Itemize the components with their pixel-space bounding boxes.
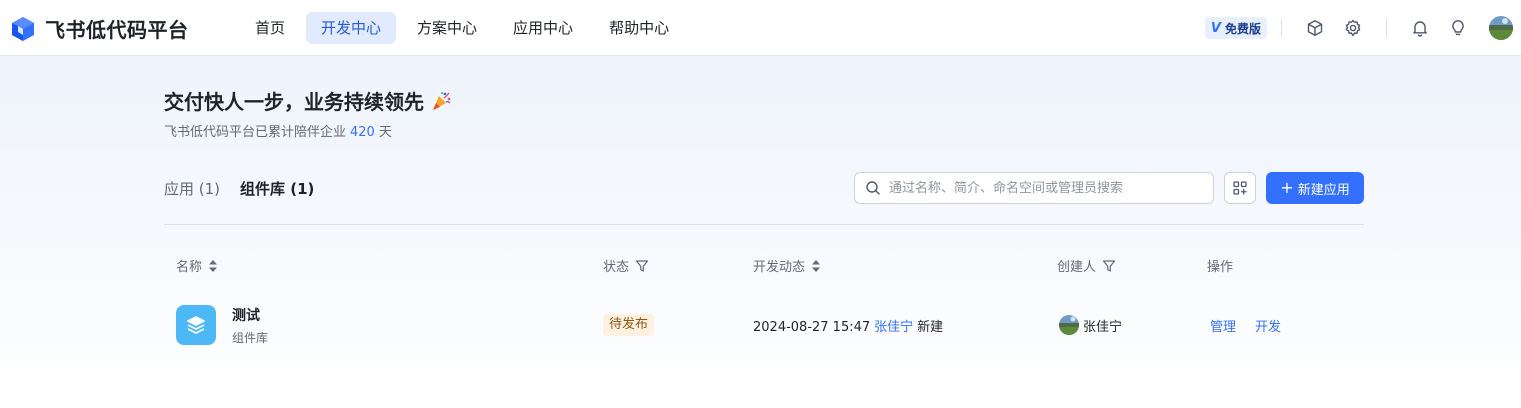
- subtitle-suffix: 天: [378, 125, 392, 140]
- nav-item-solution-center[interactable]: 方案中心: [402, 12, 492, 44]
- sort-icon[interactable]: [811, 259, 821, 273]
- tab-apps[interactable]: 应用 (1): [164, 178, 220, 199]
- page-headline: 交付快人一步，业务持续领先: [164, 86, 452, 115]
- filter-icon[interactable]: [635, 259, 649, 273]
- column-header-label: 开发动态: [753, 260, 806, 275]
- dev-activity-time: 2024-08-27 15:47: [753, 320, 871, 335]
- filter-icon[interactable]: [1102, 259, 1116, 273]
- main-nav: 首页 开发中心 方案中心 应用中心 帮助中心: [240, 12, 690, 44]
- nav-item-help-center[interactable]: 帮助中心: [594, 12, 684, 44]
- search-icon: [866, 181, 880, 195]
- status-badge: 待发布: [603, 314, 655, 336]
- avatar[interactable]: [1489, 16, 1513, 40]
- subtitle-days-count: 420: [350, 125, 375, 140]
- column-header-label: 状态: [603, 260, 630, 275]
- column-header-dev-activity[interactable]: 开发动态: [753, 256, 821, 275]
- plan-badge-label: 免费版: [1224, 21, 1261, 36]
- column-header-status[interactable]: 状态: [603, 256, 649, 275]
- plan-badge-mark: V: [1210, 20, 1221, 36]
- headline-text: 交付快人一步，业务持续领先: [164, 90, 424, 114]
- divider: [1386, 19, 1387, 37]
- column-header-label: 名称: [176, 260, 203, 275]
- column-header-label: 创建人: [1057, 260, 1097, 275]
- plan-badge[interactable]: V 免费版: [1204, 17, 1267, 39]
- content-tabs: 应用 (1) 组件库 (1): [164, 178, 334, 199]
- column-header-creator[interactable]: 创建人: [1057, 256, 1116, 275]
- row-app-type: 组件库: [232, 331, 269, 345]
- brand-name: 飞书低代码平台: [45, 18, 189, 42]
- nav-item-app-center[interactable]: 应用中心: [498, 12, 588, 44]
- tab-component-library[interactable]: 组件库 (1): [240, 178, 314, 199]
- header-tools: V 免费版: [1204, 14, 1513, 42]
- row-creator: 张佳宁: [1059, 315, 1122, 335]
- creator-avatar: [1059, 315, 1079, 335]
- column-header-label: 操作: [1207, 260, 1234, 275]
- creator-name: 张佳宁: [1083, 319, 1123, 335]
- view-switch-button[interactable]: [1224, 172, 1256, 204]
- cube-icon[interactable]: [1305, 18, 1325, 38]
- divider: [1281, 19, 1282, 37]
- manage-link[interactable]: 管理: [1210, 316, 1236, 335]
- brand-logo-icon: [12, 16, 34, 41]
- subtitle-prefix: 飞书低代码平台已累计陪伴企业: [164, 125, 347, 140]
- column-header-actions: 操作: [1207, 256, 1233, 275]
- sort-icon[interactable]: [208, 259, 218, 273]
- lightbulb-icon[interactable]: [1448, 18, 1468, 38]
- row-dev-activity: 2024-08-27 15:47 张佳宁 新建: [753, 316, 943, 335]
- page-subtitle: 飞书低代码平台已累计陪伴企业 420 天: [164, 121, 392, 140]
- plus-icon: +: [1280, 178, 1294, 197]
- search-box[interactable]: [854, 172, 1214, 204]
- bell-icon[interactable]: [1410, 18, 1430, 38]
- party-popper-icon: [433, 91, 451, 110]
- settings-icon[interactable]: [1343, 18, 1363, 38]
- column-header-name[interactable]: 名称: [176, 256, 218, 275]
- develop-link[interactable]: 开发: [1255, 316, 1281, 335]
- new-app-button-label: 新建应用: [1297, 182, 1350, 198]
- search-input[interactable]: [889, 180, 1189, 196]
- component-library-icon[interactable]: [176, 305, 216, 345]
- nav-item-home[interactable]: 首页: [240, 12, 300, 44]
- section-divider: [164, 224, 1364, 225]
- row-app-name[interactable]: 测试: [232, 305, 260, 325]
- nav-item-dev-center[interactable]: 开发中心: [306, 12, 397, 44]
- grid-view-icon: [1233, 181, 1247, 195]
- brand-logo[interactable]: 飞书低代码平台: [10, 14, 189, 43]
- top-navigation-bar: 飞书低代码平台 首页 开发中心 方案中心 应用中心 帮助中心 V 免费版: [0, 0, 1521, 56]
- new-app-button[interactable]: + 新建应用: [1266, 172, 1364, 204]
- dev-activity-user-link[interactable]: 张佳宁: [874, 320, 913, 335]
- dev-activity-action: 新建: [917, 320, 944, 335]
